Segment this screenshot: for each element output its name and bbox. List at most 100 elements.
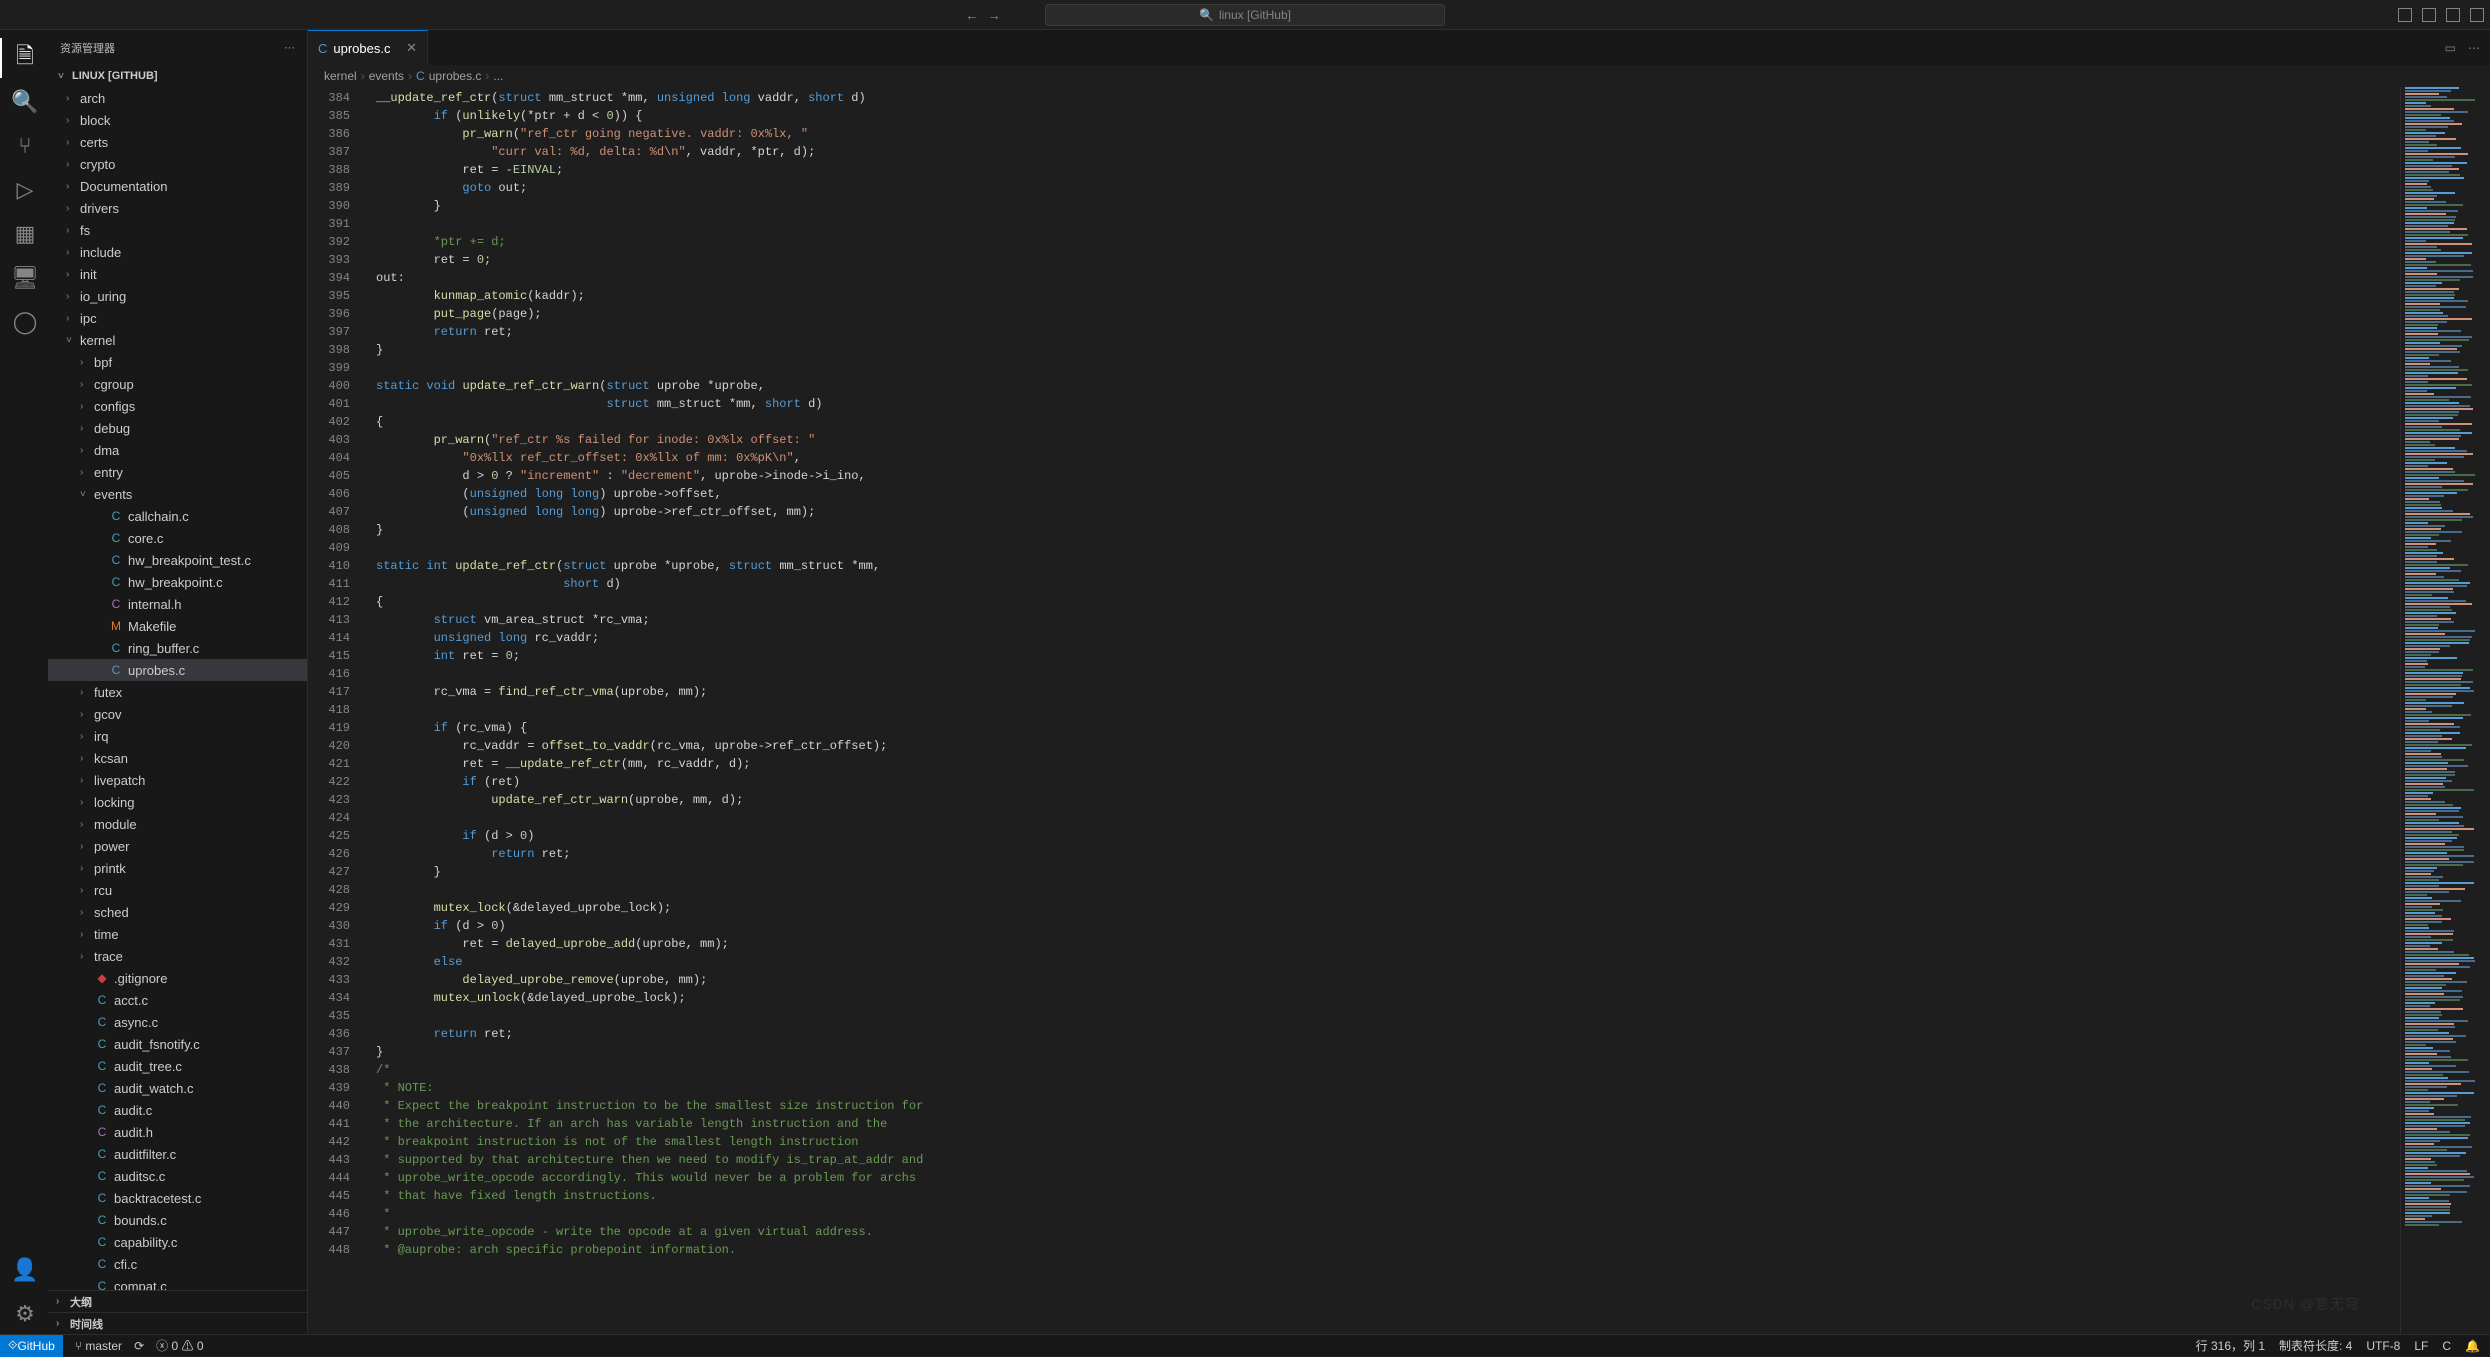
activity-search[interactable]: 🔍	[0, 82, 48, 122]
layout-panel-icon[interactable]	[2422, 8, 2436, 22]
command-center[interactable]: 🔍 linux [GitHub]	[1045, 4, 1445, 26]
file-audit.c[interactable]: Caudit.c	[48, 1099, 307, 1121]
nav-back[interactable]: ←	[965, 7, 979, 23]
folder-entry[interactable]: ›entry	[48, 461, 307, 483]
item-label: time	[94, 927, 119, 942]
layout-customize-icon[interactable]	[2470, 8, 2484, 22]
folder-module[interactable]: ›module	[48, 813, 307, 835]
folder-cgroup[interactable]: ›cgroup	[48, 373, 307, 395]
status-branch[interactable]: ⑂ master	[75, 1339, 122, 1353]
file-core.c[interactable]: Ccore.c	[48, 527, 307, 549]
status-indent[interactable]: 制表符长度: 4	[2279, 1337, 2352, 1354]
activity-github[interactable]: ◯	[0, 302, 48, 342]
code-editor[interactable]: __update_ref_ctr(struct mm_struct *mm, u…	[370, 87, 2400, 1334]
folder-events[interactable]: ˅events	[48, 483, 307, 505]
chevron-icon: ›	[80, 907, 92, 918]
file-uprobes.c[interactable]: Cuprobes.c	[48, 659, 307, 681]
folder-irq[interactable]: ›irq	[48, 725, 307, 747]
outline-section[interactable]: › 大纲	[48, 1290, 307, 1312]
chevron-icon: ›	[80, 819, 92, 830]
layout-sidebar-right-icon[interactable]	[2446, 8, 2460, 22]
tab-uprobes[interactable]: C uprobes.c ✕	[308, 30, 428, 65]
file-hw_breakpoint_test.c[interactable]: Chw_breakpoint_test.c	[48, 549, 307, 571]
file-Makefile[interactable]: MMakefile	[48, 615, 307, 637]
file-audit_tree.c[interactable]: Caudit_tree.c	[48, 1055, 307, 1077]
folder-fs[interactable]: ›fs	[48, 219, 307, 241]
folder-debug[interactable]: ›debug	[48, 417, 307, 439]
split-editor-icon[interactable]: ▭	[2445, 41, 2456, 55]
folder-drivers[interactable]: ›drivers	[48, 197, 307, 219]
file-internal.h[interactable]: Cinternal.h	[48, 593, 307, 615]
tab-more-icon[interactable]: ⋯	[2468, 41, 2480, 55]
activity-scm[interactable]: ⑂	[0, 126, 48, 166]
status-encoding[interactable]: UTF-8	[2366, 1339, 2400, 1353]
activity-debug[interactable]: ▷	[0, 170, 48, 210]
file-ring_buffer.c[interactable]: Cring_buffer.c	[48, 637, 307, 659]
folder-io_uring[interactable]: ›io_uring	[48, 285, 307, 307]
status-problems[interactable]: ⓧ 0 ⚠ 0	[156, 1337, 203, 1354]
file-capability.c[interactable]: Ccapability.c	[48, 1231, 307, 1253]
file-backtracetest.c[interactable]: Cbacktracetest.c	[48, 1187, 307, 1209]
folder-gcov[interactable]: ›gcov	[48, 703, 307, 725]
folder-trace[interactable]: ›trace	[48, 945, 307, 967]
status-bar: ⟐ GitHub ⑂ master ⟳ ⓧ 0 ⚠ 0 行 316，列 1 制表…	[0, 1334, 2490, 1356]
folder-kcsan[interactable]: ›kcsan	[48, 747, 307, 769]
timeline-section[interactable]: › 时间线	[48, 1312, 307, 1334]
project-root[interactable]: ˅ LINUX [GITHUB]	[48, 65, 307, 87]
folder-power[interactable]: ›power	[48, 835, 307, 857]
folder-bpf[interactable]: ›bpf	[48, 351, 307, 373]
folder-futex[interactable]: ›futex	[48, 681, 307, 703]
activity-settings[interactable]: ⚙	[0, 1294, 48, 1334]
folder-Documentation[interactable]: ›Documentation	[48, 175, 307, 197]
status-line-col[interactable]: 行 316，列 1	[2196, 1337, 2265, 1354]
file-audit.h[interactable]: Caudit.h	[48, 1121, 307, 1143]
activity-remote[interactable]: 🖥	[0, 258, 48, 298]
folder-printk[interactable]: ›printk	[48, 857, 307, 879]
activity-extensions[interactable]: ▦	[0, 214, 48, 254]
file-acct.c[interactable]: Cacct.c	[48, 989, 307, 1011]
folder-time[interactable]: ›time	[48, 923, 307, 945]
folder-arch[interactable]: ›arch	[48, 87, 307, 109]
file-hw_breakpoint.c[interactable]: Chw_breakpoint.c	[48, 571, 307, 593]
file-auditsc.c[interactable]: Cauditsc.c	[48, 1165, 307, 1187]
layout-sidebar-left-icon[interactable]	[2398, 8, 2412, 22]
folder-block[interactable]: ›block	[48, 109, 307, 131]
folder-certs[interactable]: ›certs	[48, 131, 307, 153]
status-remote[interactable]: ⟐ GitHub	[0, 1335, 63, 1357]
folder-include[interactable]: ›include	[48, 241, 307, 263]
status-sync[interactable]: ⟳	[134, 1339, 144, 1353]
item-label: irq	[94, 729, 108, 744]
status-lang[interactable]: C	[2442, 1339, 2451, 1353]
file-cfi.c[interactable]: Ccfi.c	[48, 1253, 307, 1275]
file-audit_fsnotify.c[interactable]: Caudit_fsnotify.c	[48, 1033, 307, 1055]
file-auditfilter.c[interactable]: Cauditfilter.c	[48, 1143, 307, 1165]
folder-livepatch[interactable]: ›livepatch	[48, 769, 307, 791]
folder-configs[interactable]: ›configs	[48, 395, 307, 417]
c-file-icon: C	[94, 1059, 110, 1073]
minimap[interactable]	[2400, 87, 2490, 1334]
file-async.c[interactable]: Casync.c	[48, 1011, 307, 1033]
file-callchain.c[interactable]: Ccallchain.c	[48, 505, 307, 527]
status-eol[interactable]: LF	[2414, 1339, 2428, 1353]
status-notifications[interactable]: 🔔	[2465, 1339, 2480, 1353]
file-.gitignore[interactable]: ◆.gitignore	[48, 967, 307, 989]
folder-init[interactable]: ›init	[48, 263, 307, 285]
nav-forward[interactable]: →	[987, 7, 1001, 23]
breadcrumbs[interactable]: kernel› events› C uprobes.c› ...	[308, 65, 2490, 87]
file-bounds.c[interactable]: Cbounds.c	[48, 1209, 307, 1231]
item-label: arch	[80, 91, 105, 106]
folder-crypto[interactable]: ›crypto	[48, 153, 307, 175]
file-compat.c[interactable]: Ccompat.c	[48, 1275, 307, 1290]
folder-rcu[interactable]: ›rcu	[48, 879, 307, 901]
folder-kernel[interactable]: ˅kernel	[48, 329, 307, 351]
folder-sched[interactable]: ›sched	[48, 901, 307, 923]
folder-locking[interactable]: ›locking	[48, 791, 307, 813]
folder-ipc[interactable]: ›ipc	[48, 307, 307, 329]
activity-explorer[interactable]: 🗎	[0, 38, 48, 78]
activity-account[interactable]: 👤	[0, 1250, 48, 1290]
close-icon[interactable]: ✕	[406, 40, 417, 56]
sidebar-more-icon[interactable]: ⋯	[284, 41, 295, 54]
folder-dma[interactable]: ›dma	[48, 439, 307, 461]
file-audit_watch.c[interactable]: Caudit_watch.c	[48, 1077, 307, 1099]
item-label: crypto	[80, 157, 115, 172]
